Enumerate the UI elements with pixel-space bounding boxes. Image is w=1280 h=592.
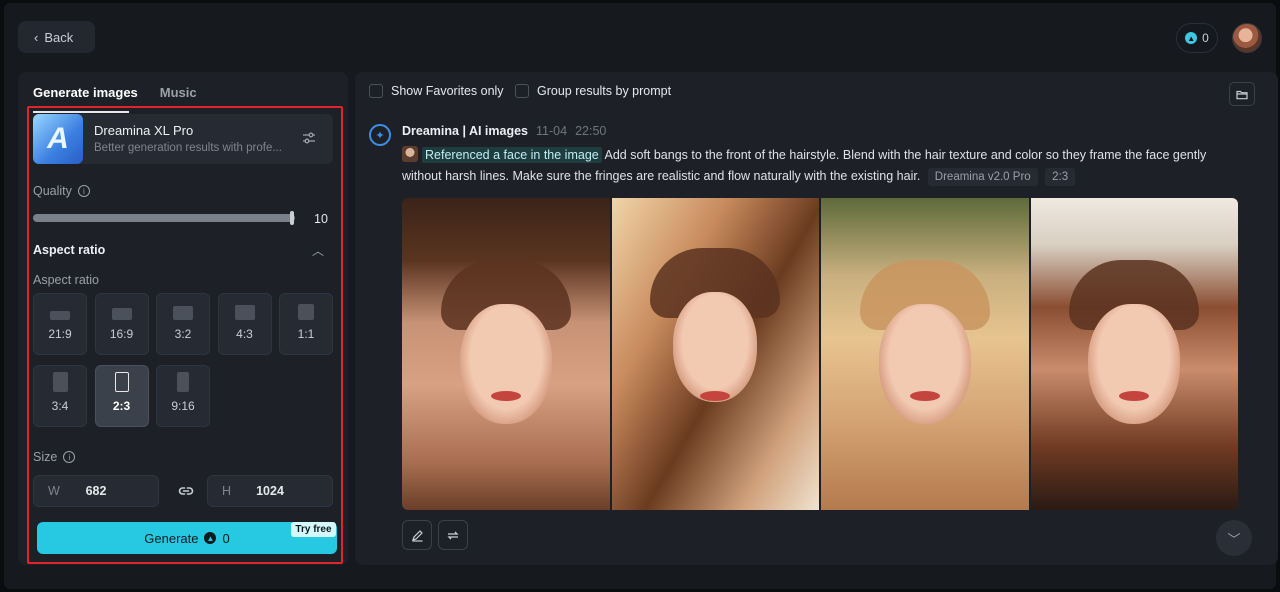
- model-name: Dreamina XL Pro: [94, 123, 194, 138]
- chevron-up-icon[interactable]: ︿: [312, 242, 324, 258]
- result-image[interactable]: [821, 198, 1029, 510]
- message-time: 22:50: [575, 124, 607, 138]
- result-images: [402, 198, 1238, 510]
- aspect-ratio-option[interactable]: 9:16: [156, 365, 210, 427]
- info-icon[interactable]: i: [77, 185, 90, 197]
- pencil-icon: [411, 529, 423, 542]
- folder-icon: [1236, 90, 1248, 99]
- folder-button[interactable]: [1229, 82, 1255, 106]
- aspect-ratio-label: 4:3: [236, 327, 253, 341]
- reference-face-thumbnail[interactable]: [402, 146, 418, 162]
- height-prefix: H: [222, 484, 232, 498]
- size-label: Size: [33, 450, 58, 464]
- tab-generate-images[interactable]: Generate images: [33, 72, 138, 113]
- favorites-label: Show Favorites only: [391, 84, 504, 98]
- app-window: ‹ Back ▲ 0 Generate images Music A Dream…: [4, 3, 1278, 589]
- aspect-ratio-sublabel: Aspect ratio: [33, 273, 100, 287]
- quality-slider-handle[interactable]: [290, 211, 294, 225]
- aspect-ratio-header[interactable]: Aspect ratio: [33, 243, 105, 257]
- generate-cost: 0: [222, 530, 230, 546]
- chevron-left-icon: ‹: [34, 29, 39, 45]
- aspect-shape-icon: [177, 372, 189, 392]
- aspect-shape-icon: [173, 306, 193, 320]
- aspect-shape-icon: [298, 304, 314, 320]
- aspect-ratio-option[interactable]: 21:9: [33, 293, 87, 355]
- link-icon[interactable]: [177, 482, 195, 500]
- result-image[interactable]: [402, 198, 610, 510]
- tab-music[interactable]: Music: [160, 72, 197, 112]
- aspect-ratio-label: 1:1: [297, 327, 315, 341]
- aspect-ratio-option[interactable]: 2:3: [94, 365, 149, 427]
- favorites-checkbox[interactable]: [369, 84, 383, 98]
- avatar[interactable]: [1232, 23, 1262, 53]
- result-image[interactable]: [1030, 198, 1238, 510]
- prompt-text: Referenced a face in the image Add soft …: [402, 145, 1247, 187]
- favorites-filter[interactable]: Show Favorites only: [369, 84, 504, 98]
- aspect-ratio-option[interactable]: 4:3: [217, 293, 272, 355]
- group-filter[interactable]: Group results by prompt: [515, 84, 671, 98]
- width-input[interactable]: W 682: [33, 475, 159, 507]
- aspect-ratio-label: 2:3: [112, 399, 131, 413]
- width-prefix: W: [48, 484, 60, 498]
- info-icon[interactable]: i: [63, 451, 76, 463]
- back-button[interactable]: ‹ Back: [18, 21, 95, 53]
- back-label: Back: [44, 29, 74, 45]
- regenerate-button[interactable]: [438, 520, 468, 550]
- coin-icon: ▲: [1185, 32, 1198, 44]
- group-checkbox[interactable]: [515, 84, 529, 98]
- aspect-ratio-option[interactable]: 16:9: [94, 293, 149, 355]
- result-image[interactable]: [611, 198, 819, 510]
- quality-label-row: Quality i: [33, 184, 90, 198]
- model-description: Better generation results with profe...: [94, 142, 282, 154]
- aspect-ratio-option[interactable]: 3:4: [33, 365, 87, 427]
- group-label: Group results by prompt: [537, 84, 672, 98]
- aspect-shape-icon: [50, 311, 70, 320]
- aspect-ratio-option[interactable]: 1:1: [279, 293, 333, 355]
- try-free-badge: Try free: [291, 522, 336, 537]
- aspect-ratio-label: 3:4: [51, 399, 69, 413]
- repeat-icon: [447, 531, 459, 539]
- quality-value: 10: [314, 212, 328, 226]
- model-selector[interactable]: A Dreamina XL Pro Better generation resu…: [33, 114, 333, 164]
- coin-icon: ▲: [204, 532, 217, 544]
- model-tag: Dreamina v2.0 Pro: [927, 168, 1038, 186]
- message-header: Dreamina | AI images 11-04 22:50: [402, 124, 606, 138]
- aspect-ratio-label: 21:9: [48, 327, 72, 341]
- reference-tag[interactable]: Referenced a face in the image: [422, 147, 602, 163]
- generation-panel: Generate images Music A Dreamina XL Pro …: [18, 72, 348, 565]
- edit-button[interactable]: [402, 520, 432, 550]
- quality-label: Quality: [33, 184, 72, 198]
- aspect-shape-icon: [111, 308, 132, 320]
- credits-count: 0: [1202, 31, 1209, 45]
- aspect-ratio-label: 16:9: [109, 327, 134, 341]
- generate-label: Generate: [144, 530, 199, 546]
- sliders-icon[interactable]: [301, 130, 317, 146]
- ratio-tag: 2:3: [1045, 168, 1076, 186]
- credits-balance[interactable]: ▲ 0: [1176, 23, 1218, 53]
- scroll-down-button[interactable]: ﹀: [1216, 520, 1252, 556]
- aspect-ratio-option[interactable]: 3:2: [156, 293, 210, 355]
- results-panel: Show Favorites only Group results by pro…: [355, 72, 1278, 565]
- message-author: Dreamina | AI images: [402, 124, 529, 138]
- dreamina-logo-icon: ✦: [369, 124, 391, 146]
- panel-tabs: Generate images Music: [18, 72, 348, 113]
- aspect-ratio-label: 9:16: [171, 399, 195, 413]
- message-date: 11-04: [536, 124, 568, 138]
- quality-slider[interactable]: [33, 214, 295, 222]
- size-label-row: Size i: [33, 450, 76, 464]
- aspect-ratio-label: 3:2: [174, 327, 192, 341]
- chevron-down-icon: ﹀: [1227, 531, 1241, 547]
- aspect-shape-icon: [114, 372, 129, 392]
- model-thumbnail: A: [33, 114, 83, 164]
- height-input[interactable]: H 1024: [207, 475, 333, 507]
- aspect-shape-icon: [234, 305, 255, 320]
- aspect-shape-icon: [52, 372, 68, 392]
